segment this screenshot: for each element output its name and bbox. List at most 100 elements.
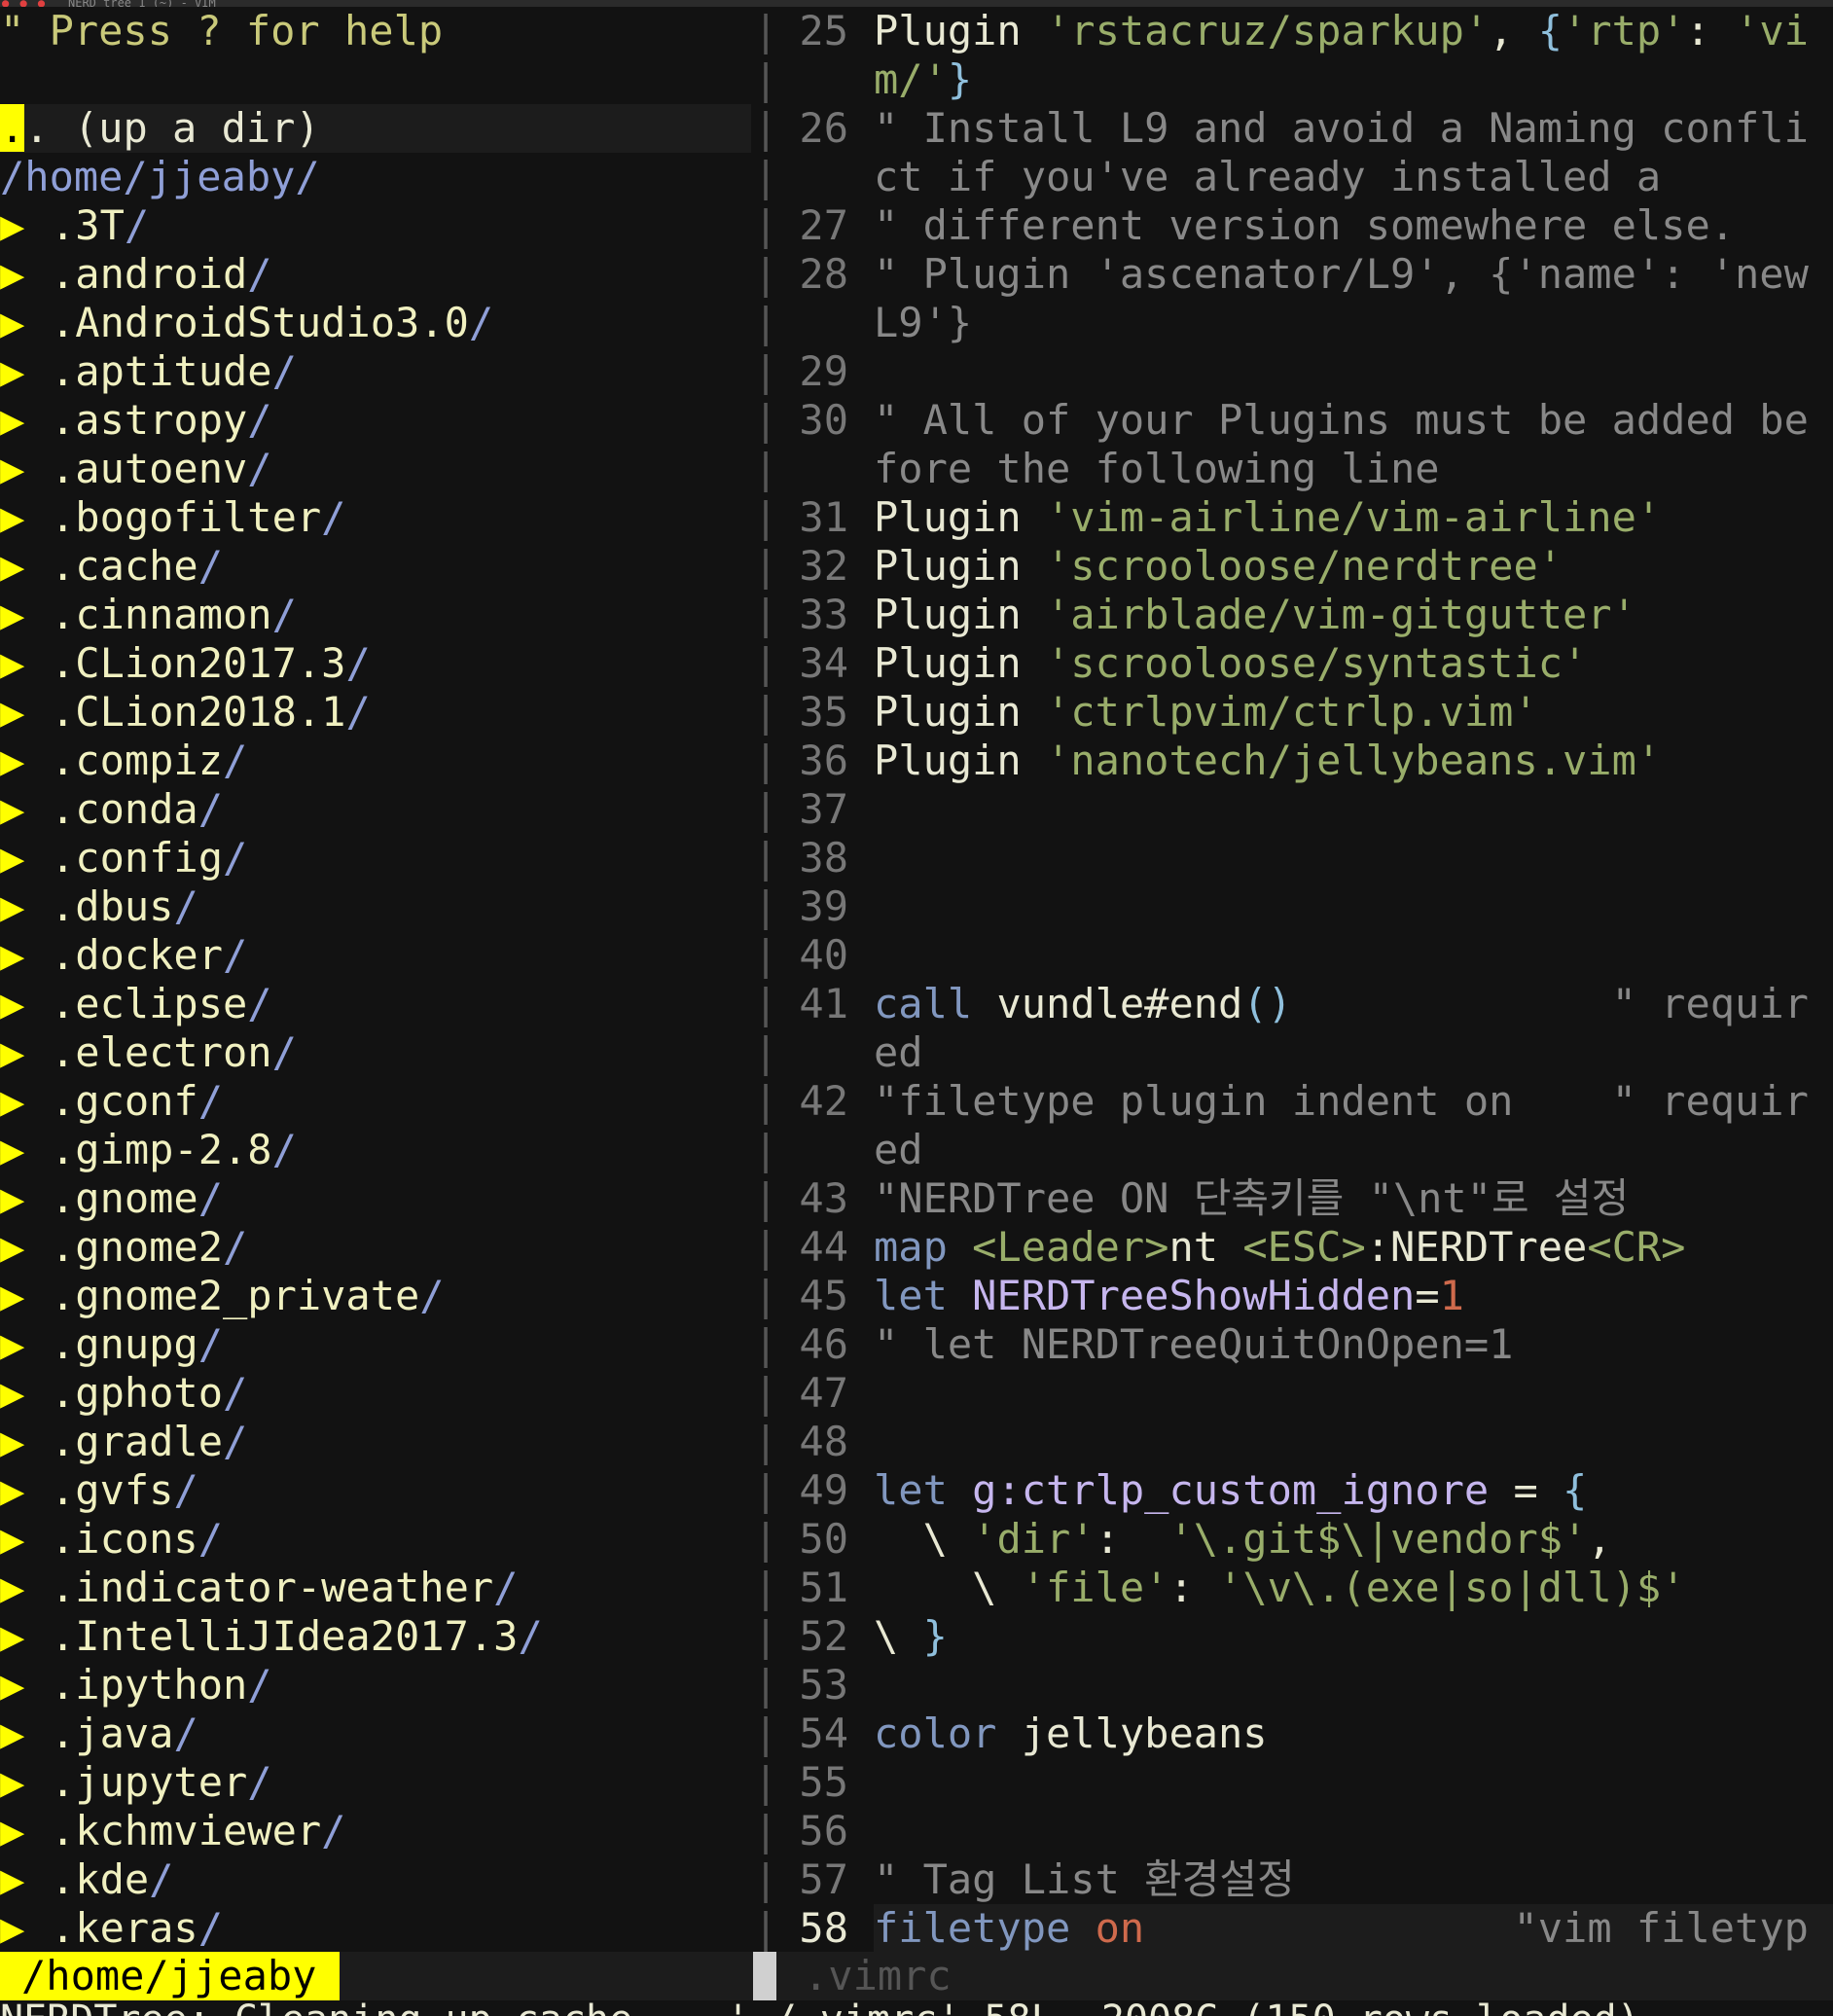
- code-line[interactable]: 42 "filetype plugin indent on " required: [778, 1077, 1833, 1174]
- collapsed-arrow-icon[interactable]: ▶: [0, 639, 51, 688]
- code-line[interactable]: 45 let NERDTreeShowHidden=1: [778, 1272, 1833, 1320]
- nerdtree-dir-item[interactable]: ▶ .gconf/: [0, 1077, 751, 1126]
- collapsed-arrow-icon[interactable]: ▶: [0, 1710, 51, 1758]
- code-line[interactable]: 36 Plugin 'nanotech/jellybeans.vim': [778, 737, 1833, 785]
- collapsed-arrow-icon[interactable]: ▶: [0, 445, 51, 493]
- collapsed-arrow-icon[interactable]: ▶: [0, 1320, 51, 1369]
- nerdtree-dir-item[interactable]: ▶ .autoenv/: [0, 445, 751, 493]
- collapsed-arrow-icon[interactable]: ▶: [0, 1564, 51, 1612]
- nerdtree-dir-item[interactable]: ▶ .gnome/: [0, 1174, 751, 1223]
- nerdtree-dir-item[interactable]: ▶ .ipython/: [0, 1661, 751, 1710]
- code-line[interactable]: 37: [778, 785, 1833, 834]
- nerdtree-dir-item[interactable]: ▶ .bogofilter/: [0, 493, 751, 542]
- code-line[interactable]: 51 \ 'file': '\v\.(exe|so|dll)$': [778, 1564, 1833, 1612]
- code-line[interactable]: 48: [778, 1418, 1833, 1466]
- collapsed-arrow-icon[interactable]: ▶: [0, 1661, 51, 1710]
- code-line[interactable]: 38: [778, 834, 1833, 882]
- nerdtree-dir-item[interactable]: ▶ .electron/: [0, 1028, 751, 1077]
- code-line[interactable]: 29: [778, 347, 1833, 396]
- nerdtree-dir-item[interactable]: ▶ .CLion2017.3/: [0, 639, 751, 688]
- nerdtree-dir-item[interactable]: ▶ .docker/: [0, 931, 751, 980]
- code-line[interactable]: 52 \ }: [778, 1612, 1833, 1661]
- code-line[interactable]: 32 Plugin 'scrooloose/nerdtree': [778, 542, 1833, 591]
- collapsed-arrow-icon[interactable]: ▶: [0, 834, 51, 882]
- code-line[interactable]: 53: [778, 1661, 1833, 1710]
- code-line[interactable]: 54 color jellybeans: [778, 1710, 1833, 1758]
- code-line[interactable]: 39: [778, 882, 1833, 931]
- code-line[interactable]: 43 "NERDTree ON 단축키를 "\nt"로 설정: [778, 1174, 1833, 1223]
- code-line[interactable]: 26 " Install L9 and avoid a Naming confli…: [778, 104, 1833, 201]
- nerdtree-dir-item[interactable]: ▶ .gphoto/: [0, 1369, 751, 1418]
- command-line[interactable]: NERDTree: Cleaning up cache... '~/.vimrc…: [0, 2000, 1833, 2016]
- code-line[interactable]: 58 filetype on "vim filetype on: [778, 1904, 1833, 1952]
- nerdtree-dir-item[interactable]: ▶ .gradle/: [0, 1418, 751, 1466]
- nerdtree-dir-item[interactable]: ▶ .aptitude/: [0, 347, 751, 396]
- collapsed-arrow-icon[interactable]: ▶: [0, 591, 51, 639]
- collapsed-arrow-icon[interactable]: ▶: [0, 1418, 51, 1466]
- nerdtree-dir-item[interactable]: ▶ .AndroidStudio3.0/: [0, 299, 751, 347]
- code-line[interactable]: 25 Plugin 'rstacruz/sparkup', {'rtp': 'vi…: [778, 7, 1833, 104]
- nerdtree-dir-item[interactable]: ▶ .gimp-2.8/: [0, 1126, 751, 1174]
- collapsed-arrow-icon[interactable]: ▶: [0, 1758, 51, 1807]
- nerdtree-dir-item[interactable]: ▶ .kde/: [0, 1855, 751, 1904]
- collapsed-arrow-icon[interactable]: ▶: [0, 882, 51, 931]
- nerdtree-dir-item[interactable]: ▶ .gnome2_private/: [0, 1272, 751, 1320]
- nerdtree-dir-item[interactable]: ▶ .keras/: [0, 1904, 751, 1952]
- collapsed-arrow-icon[interactable]: ▶: [0, 347, 51, 396]
- nerdtree-dir-item[interactable]: ▶ .dbus/: [0, 882, 751, 931]
- collapsed-arrow-icon[interactable]: ▶: [0, 299, 51, 347]
- code-line[interactable]: 57 " Tag List 환경설정: [778, 1855, 1833, 1904]
- collapsed-arrow-icon[interactable]: ▶: [0, 396, 51, 445]
- code-line[interactable]: 56: [778, 1807, 1833, 1855]
- nerdtree-root-path[interactable]: /home/jjeaby/: [0, 153, 751, 201]
- nerdtree-up-dir[interactable]: .. (up a dir): [0, 104, 751, 153]
- nerdtree-dir-item[interactable]: ▶ .gnome2/: [0, 1223, 751, 1272]
- code-line[interactable]: 55: [778, 1758, 1833, 1807]
- nerdtree-dir-item[interactable]: ▶ .eclipse/: [0, 980, 751, 1028]
- nerdtree-dir-item[interactable]: ▶ .CLion2018.1/: [0, 688, 751, 737]
- code-line[interactable]: 28 " Plugin 'ascenator/L9', {'name': 'new…: [778, 250, 1833, 347]
- collapsed-arrow-icon[interactable]: ▶: [0, 542, 51, 591]
- nerdtree-dir-item[interactable]: ▶ .config/: [0, 834, 751, 882]
- nerdtree-dir-item[interactable]: ▶ .compiz/: [0, 737, 751, 785]
- code-line[interactable]: 46 " let NERDTreeQuitOnOpen=1: [778, 1320, 1833, 1369]
- collapsed-arrow-icon[interactable]: ▶: [0, 1077, 51, 1126]
- collapsed-arrow-icon[interactable]: ▶: [0, 785, 51, 834]
- nerdtree-dir-item[interactable]: ▶ .kchmviewer/: [0, 1807, 751, 1855]
- code-line[interactable]: 35 Plugin 'ctrlpvim/ctrlp.vim': [778, 688, 1833, 737]
- collapsed-arrow-icon[interactable]: ▶: [0, 1369, 51, 1418]
- collapsed-arrow-icon[interactable]: ▶: [0, 201, 51, 250]
- nerdtree-dir-item[interactable]: ▶ .IntelliJIdea2017.3/: [0, 1612, 751, 1661]
- nerdtree-dir-item[interactable]: ▶ .gnupg/: [0, 1320, 751, 1369]
- nerdtree-dir-item[interactable]: ▶ .android/: [0, 250, 751, 299]
- code-line[interactable]: 33 Plugin 'airblade/vim-gitgutter': [778, 591, 1833, 639]
- collapsed-arrow-icon[interactable]: ▶: [0, 1028, 51, 1077]
- nerdtree-dir-item[interactable]: ▶ .jupyter/: [0, 1758, 751, 1807]
- collapsed-arrow-icon[interactable]: ▶: [0, 250, 51, 299]
- collapsed-arrow-icon[interactable]: ▶: [0, 1466, 51, 1515]
- nerdtree-dir-item[interactable]: ▶ .astropy/: [0, 396, 751, 445]
- collapsed-arrow-icon[interactable]: ▶: [0, 1855, 51, 1904]
- code-line[interactable]: 30 " All of your Plugins must be added be…: [778, 396, 1833, 493]
- nerdtree-dir-item[interactable]: ▶ .java/: [0, 1710, 751, 1758]
- nerdtree-dir-item[interactable]: ▶ .indicator-weather/: [0, 1564, 751, 1612]
- nerdtree-dir-item[interactable]: ▶ .conda/: [0, 785, 751, 834]
- window-controls-icon[interactable]: ● ● ●: [2, 0, 47, 7]
- collapsed-arrow-icon[interactable]: ▶: [0, 1174, 51, 1223]
- code-line[interactable]: 44 map <Leader>nt <ESC>:NERDTree<CR>: [778, 1223, 1833, 1272]
- collapsed-arrow-icon[interactable]: ▶: [0, 688, 51, 737]
- code-line[interactable]: 41 call vundle#end() " required: [778, 980, 1833, 1077]
- vimrc-editor[interactable]: 25 Plugin 'rstacruz/sparkup', {'rtp': 'vi…: [778, 7, 1833, 1952]
- collapsed-arrow-icon[interactable]: ▶: [0, 980, 51, 1028]
- window-split-separator[interactable]: | | | | | | | | | | | | | | | | | | | | | | | | | | | | | | | | | | | | | | | |: [753, 7, 778, 1952]
- code-line[interactable]: 47: [778, 1369, 1833, 1418]
- nerdtree-dir-item[interactable]: ▶ .cinnamon/: [0, 591, 751, 639]
- code-line[interactable]: 50 \ 'dir': '\.git$\|vendor$',: [778, 1515, 1833, 1564]
- collapsed-arrow-icon[interactable]: ▶: [0, 1223, 51, 1272]
- collapsed-arrow-icon[interactable]: ▶: [0, 1807, 51, 1855]
- collapsed-arrow-icon[interactable]: ▶: [0, 1126, 51, 1174]
- code-line[interactable]: 49 let g:ctrlp_custom_ignore = {: [778, 1466, 1833, 1515]
- collapsed-arrow-icon[interactable]: ▶: [0, 493, 51, 542]
- nerdtree-dir-item[interactable]: ▶ .gvfs/: [0, 1466, 751, 1515]
- collapsed-arrow-icon[interactable]: ▶: [0, 737, 51, 785]
